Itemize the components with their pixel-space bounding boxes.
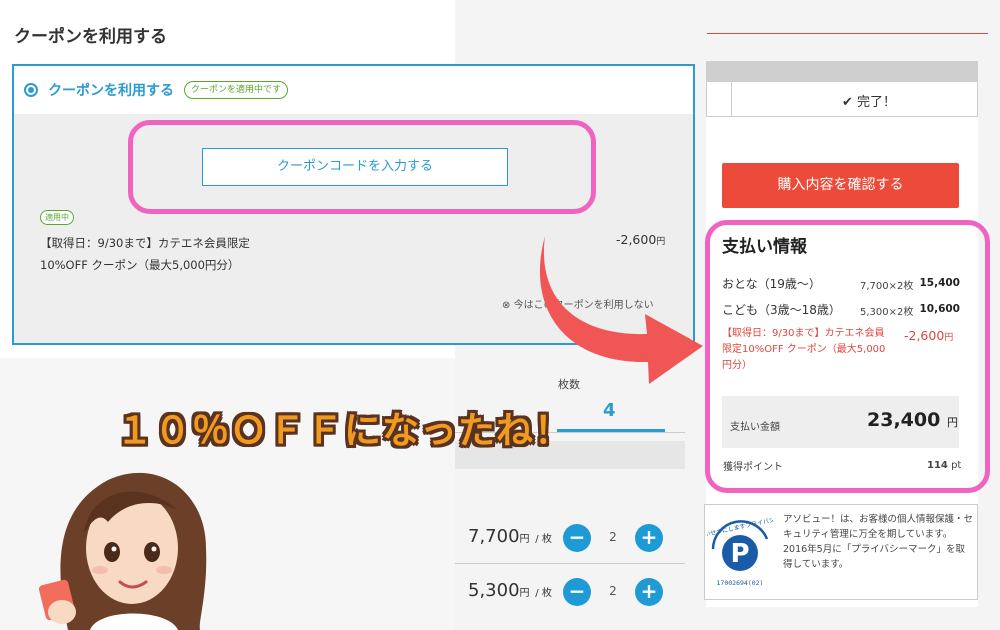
privacy-notice: たいせつにしますプライバシー P 17002694(02) アソビュー！は、お客… (704, 504, 978, 600)
divider (455, 563, 685, 564)
privacy-text: アソビュー！は、お客様の個人情報保護・セキュリティ管理に万全を期しています。20… (783, 514, 974, 570)
quantity-value: 2 (609, 530, 617, 544)
minus-button[interactable]: − (563, 578, 591, 606)
quantity-value: 2 (609, 584, 617, 598)
applied-badge: クーポンを適用中です (184, 81, 289, 99)
svg-text:17002694(02): 17002694(02) (717, 579, 764, 587)
arrow-graphic (539, 236, 703, 384)
ticket-price-adult: 7,700円 / 枚 (468, 526, 552, 547)
plus-button[interactable]: + (635, 524, 663, 552)
step-done: ✔ 完了！ (706, 81, 978, 117)
section-title: クーポンを利用する (14, 27, 167, 47)
step-done-cell: ✔ 完了！ (731, 82, 977, 116)
confirm-purchase-button[interactable]: 購入内容を確認する (722, 163, 959, 208)
close-circle-icon: ⊗ (502, 300, 511, 311)
check-icon: ✔ (842, 95, 853, 110)
minus-button[interactable]: − (563, 524, 591, 552)
coupon-panel-header: クーポンを利用する クーポンを適用中です (14, 66, 693, 114)
ticket-count-value: 4 (603, 400, 616, 421)
coupon-radio-label[interactable]: クーポンを利用する (48, 80, 174, 100)
applied-status-tag: 適用中 (40, 210, 74, 225)
highlight-frame-payment (705, 220, 990, 493)
character-illustration (38, 472, 207, 630)
coupon-description: 【取得日：9/30まで】カテエネ会員限定10%OFF クーポン（最大5,000円… (40, 236, 250, 272)
quantity-stepper-child: − 2 + (563, 578, 663, 606)
coupon-radio[interactable] (24, 83, 38, 97)
quantity-stepper-adult: − 2 + (563, 524, 663, 552)
overlay-caption: １０％ＯＦＦになったね！ (116, 409, 572, 452)
step-bar (706, 61, 978, 81)
step-done-label: ✔ 完了！ (842, 95, 897, 110)
privacy-mark-logo: たいせつにしますプライバシー P 17002694(02) (707, 515, 773, 587)
svg-text:P: P (730, 539, 749, 569)
highlight-frame-coupon-code (128, 120, 596, 214)
ticket-price-child: 5,300円 / 枚 (468, 580, 552, 601)
plus-button[interactable]: + (635, 578, 663, 606)
progress-line (707, 33, 988, 34)
